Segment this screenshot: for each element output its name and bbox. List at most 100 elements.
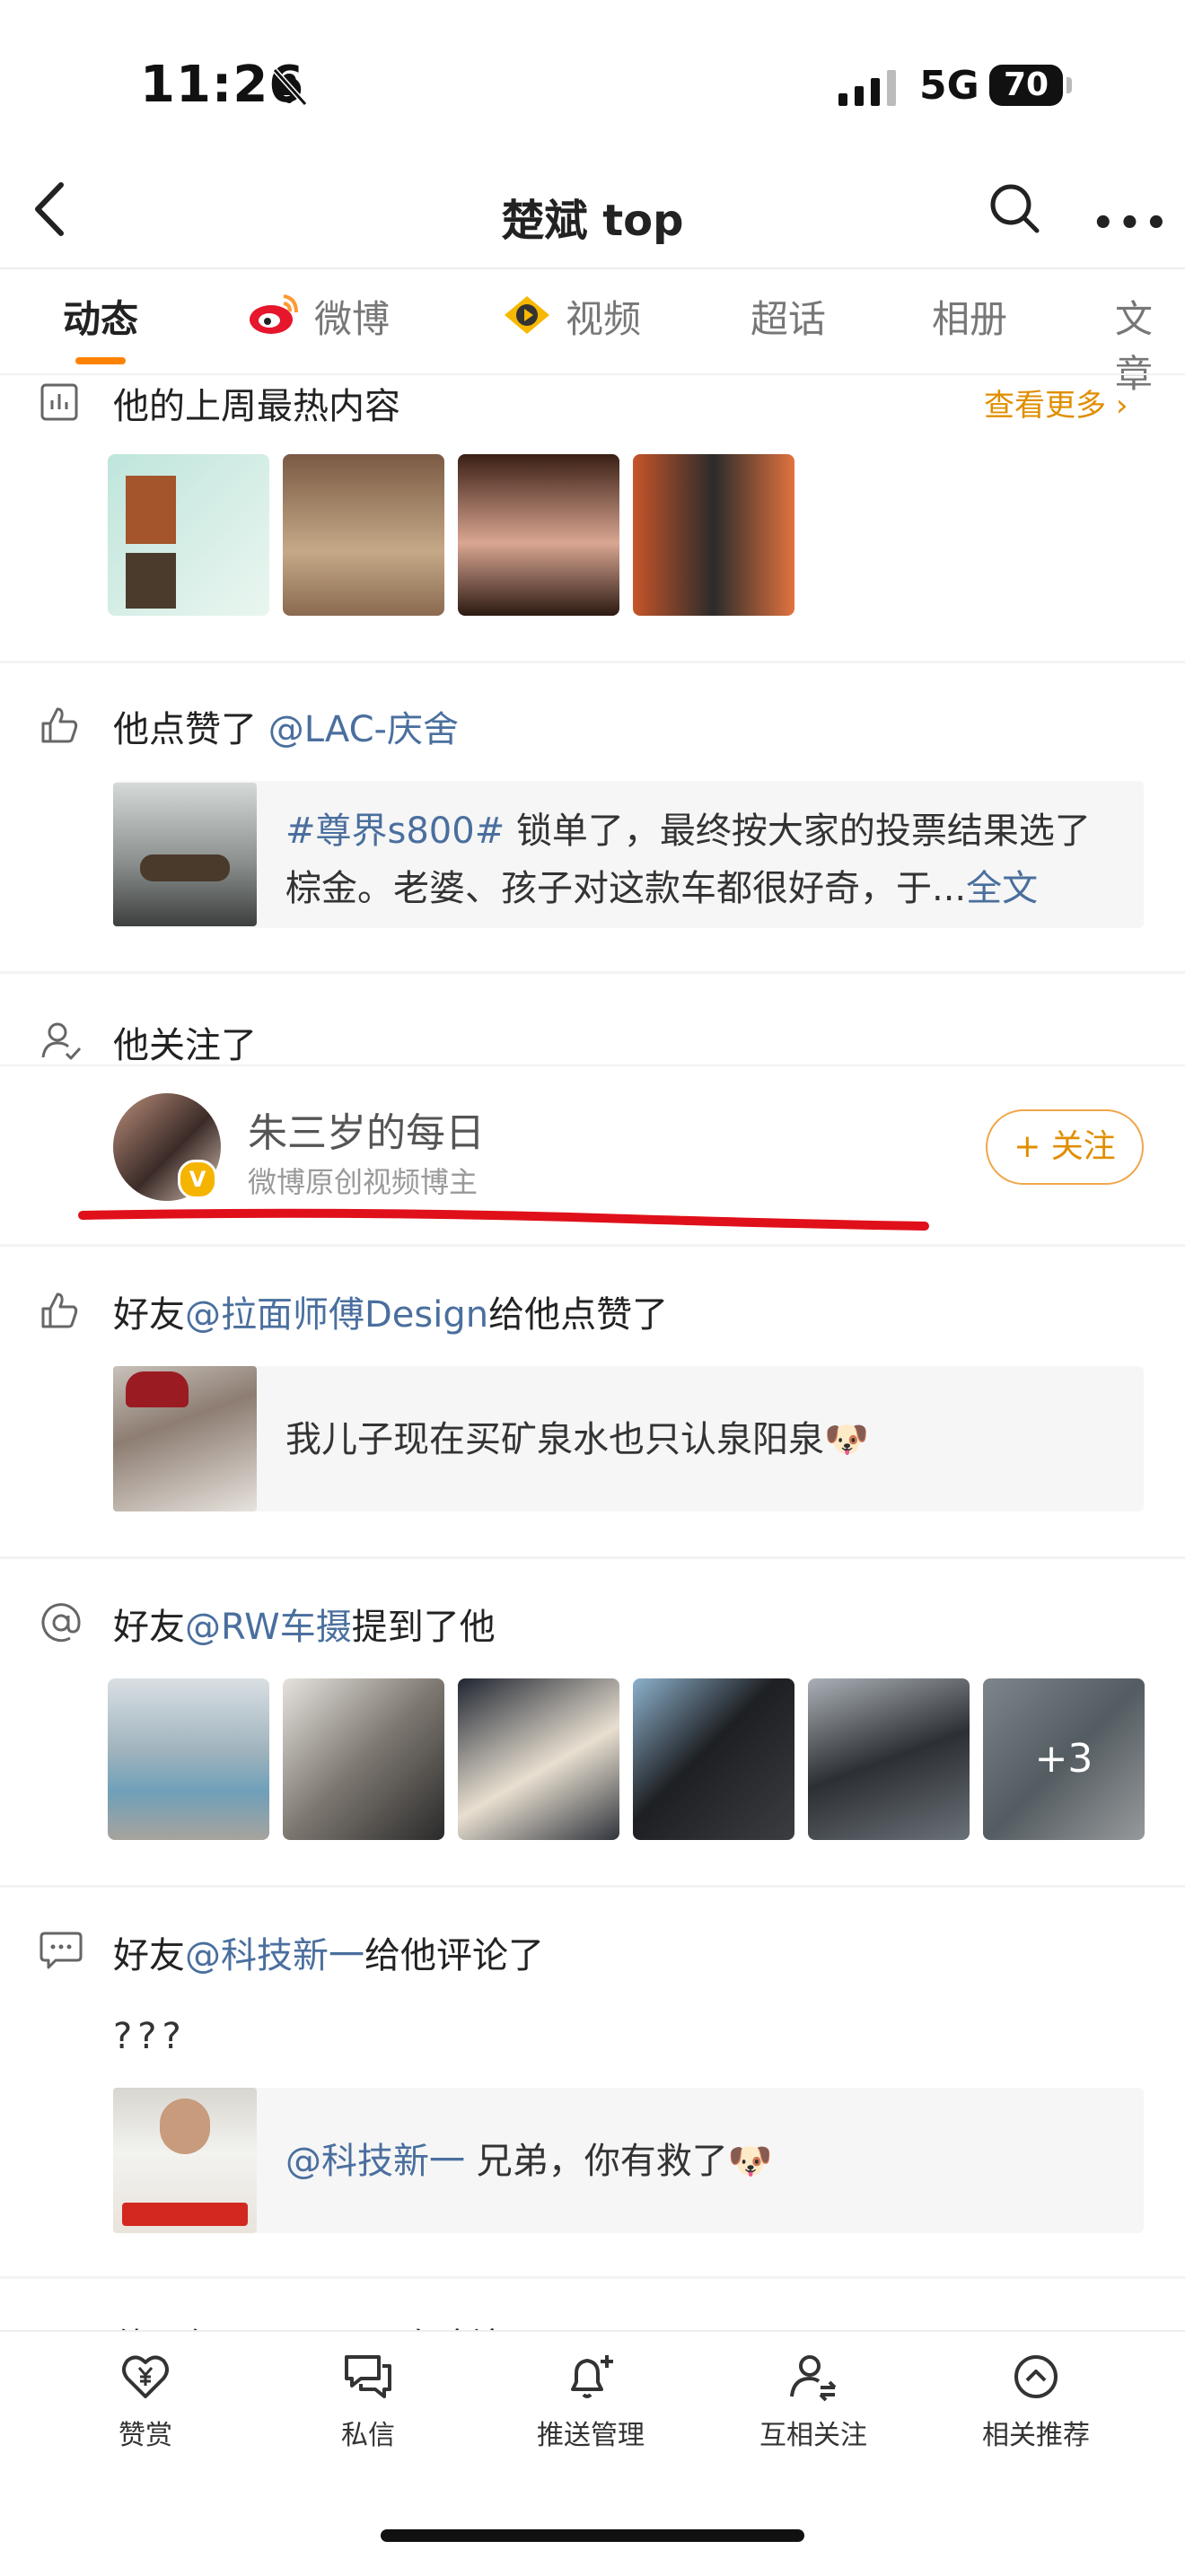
battery-tip (1066, 77, 1072, 93)
thumbs-up-icon (41, 1292, 78, 1328)
section-divider (0, 661, 1185, 663)
section-divider (0, 1244, 1185, 1247)
follow-row-title: 他关注了 (113, 1025, 257, 1066)
mention-photo-steering[interactable] (283, 1678, 444, 1840)
liked-user-link[interactable]: @LAC-庆舍 (268, 709, 459, 750)
comment-card-user-link[interactable]: @科技新一 (285, 2141, 465, 2182)
bell-plus-icon (571, 2355, 613, 2398)
friend-like-body: 我儿子现在买矿泉水也只认泉阳泉 (285, 1419, 824, 1460)
friend-like-user-link[interactable]: @拉面师傅Design (185, 1294, 488, 1336)
comment-post: 给他评论了 (364, 1935, 544, 1976)
reward-button[interactable]: 赞赏 (56, 2352, 235, 2452)
weibo-logo-icon (250, 294, 298, 334)
doctor-thumb (113, 2088, 257, 2233)
page-title: 楚斌 top (501, 196, 684, 246)
tabs-divider (0, 373, 1185, 375)
mention-photo-console[interactable] (808, 1678, 970, 1840)
at-sign-icon (41, 1603, 81, 1643)
friend-like-post: 给他点赞了 (488, 1294, 669, 1336)
friend-like-pre: 好友 (113, 1294, 185, 1336)
follow-button[interactable]: + 关注 (986, 1109, 1144, 1185)
video-logo-icon (505, 296, 549, 334)
dog-emoji-icon: 🐶 (727, 2141, 773, 2182)
mutual-follow-label: 互相关注 (759, 2420, 867, 2451)
chat-icon (345, 2355, 391, 2398)
search-icon[interactable] (988, 181, 1041, 235)
car-showroom-thumb (113, 783, 257, 926)
battery-level: 70 (989, 65, 1063, 106)
weekly-hot-title: 他的上周最热内容 (113, 386, 400, 427)
push-settings-button[interactable]: 推送管理 (501, 2352, 680, 2452)
more-icon[interactable]: ••• (1092, 203, 1172, 244)
tab-weibo[interactable]: 微博 (314, 289, 390, 344)
section-divider (0, 1556, 1185, 1559)
comment-user-link[interactable]: @科技新一 (185, 1935, 364, 1976)
follow-sub-divider (0, 1065, 1185, 1066)
tab-super-topic[interactable]: 超话 (750, 289, 826, 344)
thumbs-up-icon (41, 707, 78, 743)
mention-photo-seat[interactable] (458, 1678, 619, 1840)
comment-title: 好友@科技新一给他评论了 (113, 1926, 544, 1978)
see-more-label: 查看更多 (984, 388, 1106, 424)
full-text-link[interactable]: 全文 (966, 868, 1038, 909)
comment-pre: 好友 (113, 1935, 185, 1976)
mutual-follow-button[interactable]: 互相关注 (724, 2352, 903, 2452)
section-divider (0, 971, 1185, 974)
like-row-title: 他点赞了 @LAC-庆舍 (113, 700, 459, 752)
tab-video[interactable]: 视频 (566, 289, 641, 344)
comment-card-body: 兄弟，你有救了 (476, 2141, 728, 2182)
mention-user-link[interactable]: @RW车摄 (185, 1607, 352, 1648)
section-divider (0, 2276, 1185, 2279)
heart-yuan-icon (122, 2355, 169, 2398)
liked-post-text: #尊界s800# 锁单了，最终按大家的投票结果选了 棕金。老婆、孩子对这款车都很… (285, 802, 1129, 917)
like-prefix: 他点赞了 (113, 709, 257, 750)
hot-thumb-gala[interactable] (458, 454, 619, 616)
mention-photo-more[interactable]: +3 (983, 1678, 1145, 1840)
recommend-button[interactable]: 相关推荐 (946, 2352, 1126, 2452)
comment-icon (40, 1932, 83, 1969)
chevron-right-icon: › (1115, 388, 1128, 424)
followed-user-name[interactable]: 朱三岁的每日 (248, 1100, 485, 1158)
more-photos-count: +3 (983, 1678, 1145, 1840)
liked-post-line2: 棕金。老婆、孩子对这款车都很好奇，于... (285, 868, 967, 909)
see-more-link[interactable]: 查看更多 › (984, 381, 1128, 425)
mutual-follow-icon (790, 2355, 837, 2402)
active-tab-indicator (75, 357, 126, 364)
tab-dynamics[interactable]: 动态 (63, 289, 138, 344)
tab-album[interactable]: 相册 (932, 289, 1007, 344)
message-label: 私信 (341, 2420, 395, 2451)
mention-post: 提到了他 (351, 1607, 496, 1648)
bar-chart-icon (40, 383, 78, 421)
nav-divider (0, 267, 1185, 269)
section-divider (0, 1885, 1185, 1888)
home-indicator (381, 2529, 804, 2542)
friend-like-text: 我儿子现在买矿泉水也只认泉阳泉🐶 (285, 1411, 869, 1468)
comment-body: ??? (113, 2016, 187, 2057)
push-settings-label: 推送管理 (537, 2420, 645, 2451)
reward-label: 赞赏 (118, 2420, 172, 2451)
red-underline-annotation (78, 1208, 929, 1231)
recommend-label: 相关推荐 (982, 2420, 1090, 2451)
signal-icon (838, 70, 896, 106)
bell-muted-icon (272, 67, 308, 106)
hot-thumb-poster[interactable] (108, 454, 269, 616)
mention-title: 好友@RW车摄提到了他 (113, 1598, 496, 1650)
mention-pre: 好友 (113, 1607, 185, 1648)
kid-water-thumb (113, 1366, 257, 1511)
hot-thumb-dress[interactable] (283, 454, 444, 616)
back-arrow-icon[interactable] (27, 178, 72, 241)
dog-emoji-icon: 🐶 (824, 1419, 869, 1460)
followed-user-desc: 微博原创视频博主 (248, 1165, 478, 1199)
liked-post-line1: 锁单了，最终按大家的投票结果选了 (515, 810, 1091, 852)
comment-card-text: @科技新一 兄弟，你有救了🐶 (285, 2133, 773, 2190)
up-circle-icon (1014, 2355, 1058, 2398)
topic-tag-link[interactable]: #尊界s800# (285, 810, 505, 852)
verified-badge-icon: V (178, 1160, 217, 1199)
friend-like-title: 好友@拉面师傅Design给他点赞了 (113, 1285, 668, 1337)
network-type: 5G (919, 63, 979, 109)
user-follow-icon (41, 1022, 82, 1060)
mention-photo-engine[interactable] (633, 1678, 794, 1840)
mention-photo-car-front[interactable] (108, 1678, 269, 1840)
message-button[interactable]: 私信 (278, 2352, 458, 2452)
hot-thumb-gown[interactable] (633, 454, 794, 616)
